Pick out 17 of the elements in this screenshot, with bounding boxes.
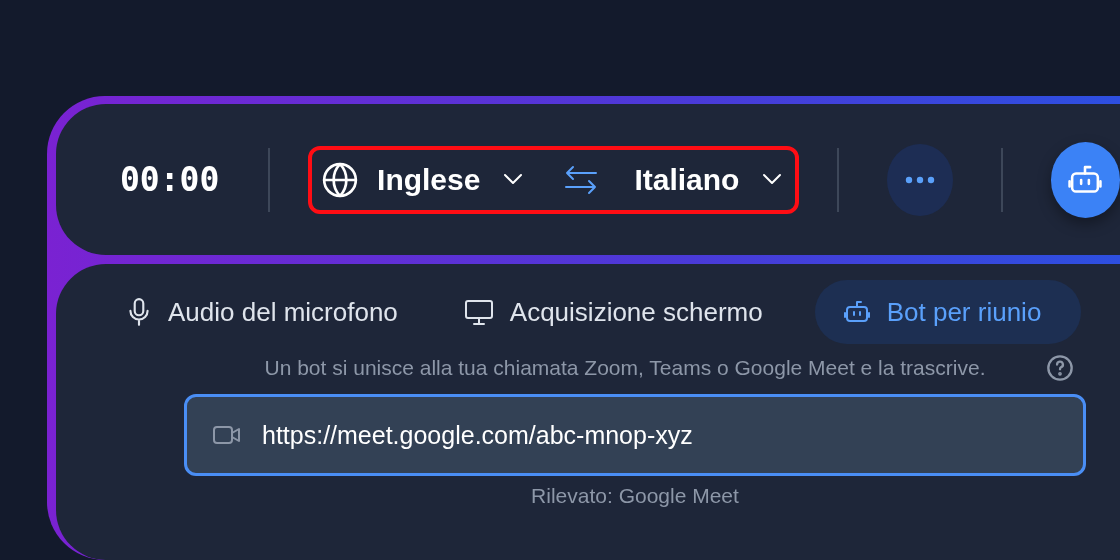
swap-languages-button[interactable]: [564, 163, 599, 196]
monitor-icon: [463, 298, 494, 326]
help-icon: [1046, 354, 1074, 382]
source-tab[interactable]: Audio del microfono: [112, 280, 412, 344]
source-tab[interactable]: Bot per riunio: [814, 280, 1082, 344]
target-language-dropdown[interactable]: Italiano: [634, 162, 784, 197]
source-tab[interactable]: Acquisizione schermo: [449, 280, 777, 344]
source-language-dropdown[interactable]: Inglese: [321, 160, 525, 199]
video-camera-icon: [212, 424, 242, 446]
globe-icon: [321, 160, 360, 199]
swap-arrows-icon: [564, 163, 599, 196]
microphone-icon: [126, 297, 152, 327]
meeting-url-field[interactable]: https://meet.google.com/abc-mnop-xyz: [184, 394, 1086, 476]
timer: 00:00: [120, 160, 221, 199]
detected-platform-text: Rilevato: Google Meet: [530, 484, 740, 508]
more-icon: [905, 175, 936, 184]
description-text: Un bot si unisce alla tua chiamata Zoom, Teams o Google Meet e la trascrive.: [263, 355, 987, 381]
